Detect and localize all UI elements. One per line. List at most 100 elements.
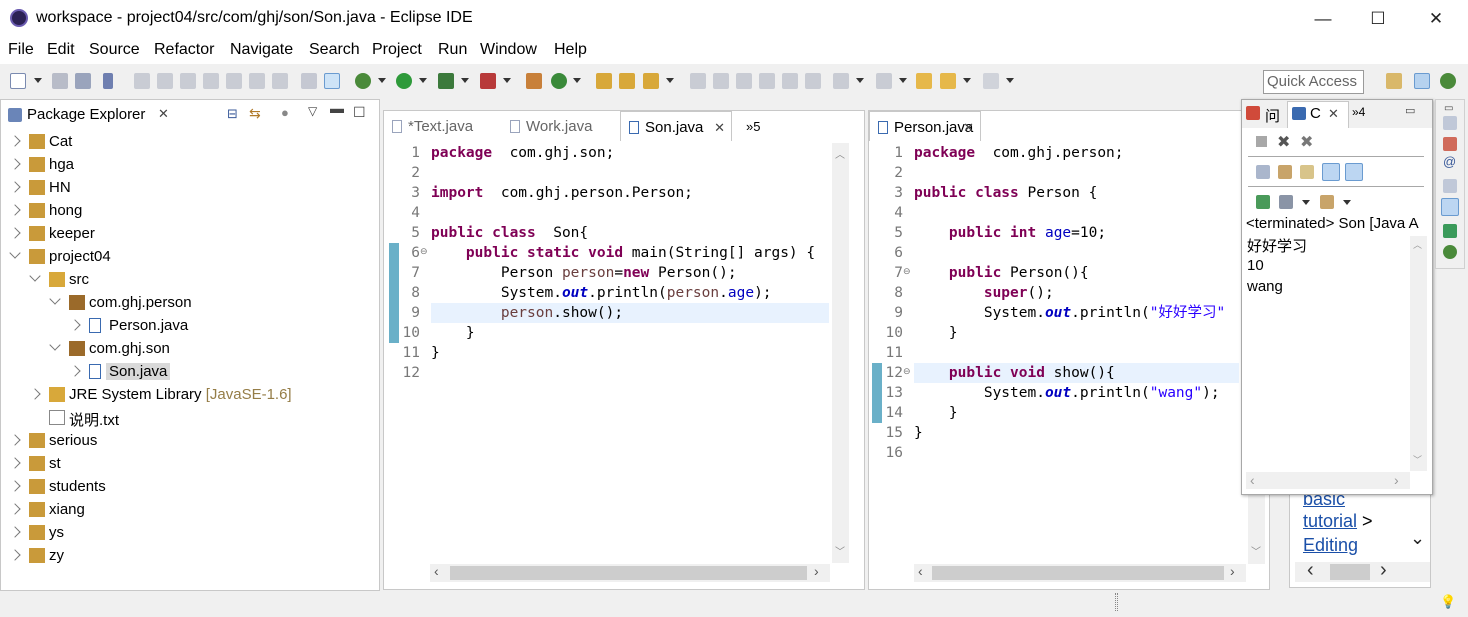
tree-item[interactable]: students [0, 476, 372, 499]
tree-item[interactable]: Son.java [0, 361, 372, 384]
chevron-down-icon[interactable]: ﹀ [835, 543, 845, 558]
chevron-right-icon[interactable] [29, 388, 41, 400]
display-selected-console-icon[interactable] [1279, 195, 1293, 209]
pin-console-icon[interactable] [1256, 195, 1270, 209]
chevron-right-icon[interactable] [9, 181, 21, 193]
chevron-right-icon[interactable] [9, 503, 21, 515]
tree-item[interactable]: HN [0, 177, 372, 200]
use-step-filters-icon[interactable] [301, 73, 317, 89]
quick-access-input[interactable]: Quick Access [1263, 70, 1364, 94]
debug-icon[interactable] [1443, 245, 1457, 259]
fold-toggle-icon[interactable]: ⊖ [903, 266, 911, 277]
tree-item[interactable]: src [0, 269, 372, 292]
tree-item[interactable]: zy [0, 545, 372, 568]
tree-item[interactable]: JRE System Library [JavaSE-1.6] [0, 384, 372, 407]
skip-breakpoints-icon[interactable] [103, 73, 113, 89]
new-java-class-icon[interactable] [551, 73, 567, 89]
editor-tab[interactable]: *Text.java [384, 111, 502, 141]
highlight-icon[interactable] [736, 73, 752, 89]
collapse-all-icon[interactable]: ⊟ [227, 106, 238, 122]
editor-tab[interactable]: Son.java ✕ [620, 111, 732, 141]
open-console-icon[interactable] [1320, 195, 1334, 209]
open-task-icon[interactable] [619, 73, 635, 89]
help-link-editing[interactable]: Editing [1303, 535, 1358, 556]
tree-item[interactable]: com.ghj.person [0, 292, 372, 315]
scrollbar-thumb[interactable] [1330, 564, 1370, 580]
editor-tab[interactable]: Person.java ✕ [869, 111, 981, 141]
resume-icon[interactable] [134, 73, 150, 89]
tree-item[interactable]: xiang [0, 499, 372, 522]
menu-help[interactable]: Help [554, 41, 587, 59]
chevron-down-icon[interactable] [49, 339, 61, 351]
next-annotation-icon[interactable] [833, 73, 849, 89]
annotation-icon[interactable] [690, 73, 706, 89]
chevron-down-icon[interactable] [29, 270, 41, 282]
save-icon[interactable] [52, 73, 68, 89]
step-into-icon[interactable] [226, 73, 242, 89]
tree-item[interactable]: Cat [0, 131, 372, 154]
remove-all-icon[interactable]: ✖ [1300, 132, 1313, 152]
chevron-right-icon[interactable] [9, 457, 21, 469]
chevron-left-icon[interactable]: ‹ [1307, 559, 1314, 582]
view-menu-icon[interactable]: ▽ [308, 104, 317, 118]
menu-edit[interactable]: Edit [47, 41, 75, 59]
menu-file[interactable]: File [8, 41, 34, 59]
chevron-up-icon[interactable]: ︿ [835, 146, 845, 161]
chevron-down-icon[interactable] [461, 78, 469, 83]
step-over-icon[interactable] [249, 73, 265, 89]
chevron-down-icon[interactable] [963, 78, 971, 83]
step-return-icon[interactable] [272, 73, 288, 89]
chevron-right-icon[interactable]: › [814, 563, 819, 579]
link-with-editor-icon[interactable]: ⇆ [249, 105, 261, 122]
chevron-right-icon[interactable] [9, 480, 21, 492]
tree-item[interactable]: hong [0, 200, 372, 223]
debug-icon[interactable] [355, 73, 371, 89]
chevron-right-icon[interactable] [9, 526, 21, 538]
close-icon[interactable]: ✕ [1328, 106, 1339, 122]
menu-project[interactable]: Project [372, 41, 422, 59]
problems-icon[interactable] [1443, 137, 1457, 151]
restore-icon[interactable]: ▭ [1405, 104, 1415, 117]
java-perspective-icon[interactable] [1414, 73, 1430, 89]
chevron-right-icon[interactable] [9, 434, 21, 446]
save-all-icon[interactable] [75, 73, 91, 89]
external-tools-icon[interactable] [480, 73, 496, 89]
progress-icon[interactable] [1443, 224, 1457, 238]
focus-icon[interactable]: ● [281, 105, 289, 120]
chevron-right-icon[interactable]: › [1394, 472, 1399, 488]
code-area-son[interactable]: 1 package com.ghj.son; 2 3 import com.ghj.pe… [384, 143, 832, 563]
minimize-button[interactable]: — [1300, 4, 1346, 34]
tree-item[interactable]: hga [0, 154, 372, 177]
chevron-right-icon[interactable] [9, 204, 21, 216]
minimize-icon[interactable]: ▬ [330, 100, 344, 116]
tab-problems[interactable]: 问 [1265, 105, 1280, 126]
tabs-overflow[interactable]: »4 [1352, 105, 1365, 119]
tree-item[interactable]: serious [0, 430, 372, 453]
disconnect-icon[interactable] [203, 73, 219, 89]
menu-navigate[interactable]: Navigate [230, 41, 293, 59]
vertical-scrollbar[interactable] [832, 143, 849, 563]
close-icon[interactable]: ✕ [158, 106, 169, 122]
toggle-mark-occurrences-icon[interactable] [324, 73, 340, 89]
whitespace-icon[interactable] [782, 73, 798, 89]
toggle-breadcrumb-icon[interactable] [713, 73, 729, 89]
last-edit-icon[interactable] [916, 73, 932, 89]
restore-icon[interactable]: ▭ [1444, 103, 1453, 114]
chevron-down-icon[interactable]: ﹀ [1251, 543, 1261, 558]
open-type-icon[interactable] [596, 73, 612, 89]
terminate-icon[interactable] [1256, 136, 1267, 147]
console-icon[interactable] [1441, 198, 1459, 216]
lightbulb-icon[interactable]: 💡 [1440, 594, 1456, 610]
chevron-right-icon[interactable] [69, 365, 81, 377]
close-icon[interactable]: ✕ [963, 120, 974, 136]
tree-item[interactable]: st [0, 453, 372, 476]
vertical-scrollbar[interactable] [1410, 236, 1427, 471]
javadoc-icon[interactable]: @ [1443, 154, 1456, 169]
chevron-down-icon[interactable] [856, 78, 864, 83]
new-icon[interactable] [10, 73, 26, 89]
toggle-block-icon[interactable] [759, 73, 775, 89]
chevron-down-icon[interactable] [899, 78, 907, 83]
chevron-right-icon[interactable] [9, 158, 21, 170]
previous-annotation-icon[interactable] [876, 73, 892, 89]
tree-item[interactable]: 说明.txt [0, 407, 372, 430]
